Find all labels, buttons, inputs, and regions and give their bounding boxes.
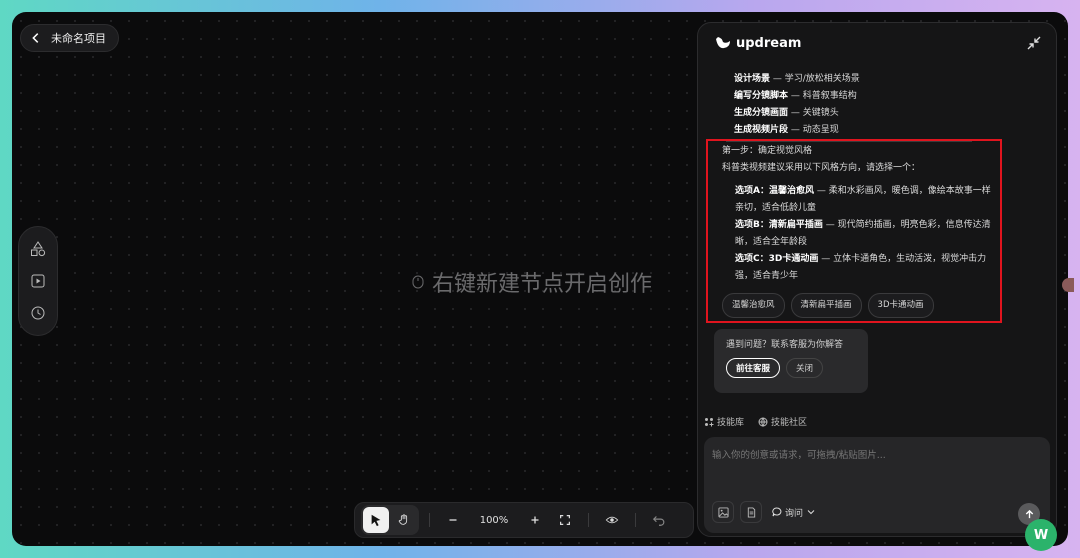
zoom-in-button[interactable]: [522, 507, 548, 533]
media-tool[interactable]: [27, 270, 49, 292]
video-icon: [31, 274, 45, 288]
divider: [588, 513, 589, 527]
chevron-left-icon: [32, 33, 39, 43]
left-toolbar: [18, 226, 58, 336]
prompt-input[interactable]: 输入你的创意或请求，可拖拽/粘贴图片... 询问: [704, 437, 1050, 533]
history-tool[interactable]: [27, 302, 49, 324]
globe-icon: [758, 417, 768, 427]
chat-icon: [772, 507, 782, 517]
minus-icon: [449, 519, 457, 521]
collapse-icon[interactable]: [1026, 35, 1042, 51]
support-text: 遇到问题？联系客服为你解答: [726, 340, 844, 350]
close-support-button[interactable]: 关闭: [786, 358, 824, 378]
select-tool[interactable]: [363, 507, 389, 533]
mouse-icon: [412, 275, 424, 289]
brand-logo: updream: [714, 35, 801, 51]
community-link[interactable]: 技能社区: [758, 415, 807, 428]
fab-logo: W: [1033, 527, 1049, 543]
list-item: 设计场景 — 学习/放松相关场景: [734, 74, 860, 84]
document-icon: [747, 506, 755, 518]
chevron-down-icon: [807, 510, 815, 515]
fit-screen-button[interactable]: [552, 507, 578, 533]
brand-name: updream: [736, 35, 802, 51]
bottom-toolbar: 100%: [354, 502, 694, 538]
divider: [429, 513, 430, 527]
zoom-out-button[interactable]: [440, 507, 466, 533]
updream-logo-icon: [716, 37, 730, 49]
arrow-up-icon: [1025, 509, 1033, 518]
upload-image-button[interactable]: [712, 501, 734, 523]
preview-button[interactable]: [599, 507, 625, 533]
undo-button[interactable]: [646, 507, 672, 533]
attach-file-button[interactable]: [740, 501, 762, 523]
mode-dropdown[interactable]: 询问: [772, 506, 816, 519]
project-title: 未命名项目: [51, 32, 106, 45]
undo-icon: [652, 516, 665, 526]
hand-icon: [398, 514, 408, 525]
zoom-level: 100%: [479, 514, 509, 526]
pointer-tools: [361, 505, 419, 535]
back-button[interactable]: 未命名项目: [20, 24, 119, 52]
side-handle[interactable]: [1062, 278, 1074, 292]
canvas-hint: 右键新建节点开启创作: [412, 266, 652, 298]
fullscreen-icon: [560, 515, 570, 525]
skills-link[interactable]: 技能库: [704, 415, 744, 428]
list-item: 生成视频片段 — 动态呈现: [734, 125, 839, 135]
shapes-tool[interactable]: [27, 238, 49, 260]
divider: [635, 513, 636, 527]
skill-links: 技能库 技能社区: [704, 415, 807, 428]
canvas-hint-text: 右键新建节点开启创作: [432, 272, 653, 297]
assistant-panel: updream 设计场景 — 学习/放松相关场景 编写分镜脚本 — 科普叙事结构…: [697, 22, 1057, 537]
prompt-placeholder: 输入你的创意或请求，可拖拽/粘贴图片...: [712, 450, 886, 461]
shapes-icon: [31, 241, 46, 257]
list-item: 编写分镜脚本 — 科普叙事结构: [734, 91, 857, 101]
app-window: 未命名项目 右键新建节点开启创作 100% updream 设计场景 — 学习/…: [12, 12, 1068, 546]
floating-action-button[interactable]: W: [1025, 519, 1057, 551]
skills-icon: [705, 417, 714, 426]
clock-icon: [31, 306, 45, 320]
mode-label: 询问: [785, 508, 804, 519]
step-list: 设计场景 — 学习/放松相关场景 编写分镜脚本 — 科普叙事结构 生成分镜画面 …: [734, 71, 860, 139]
list-item: 生成分镜画面 — 关键镜头: [734, 108, 839, 118]
highlight-box: [706, 139, 1002, 323]
plus-icon: [531, 516, 539, 524]
image-icon: [717, 506, 729, 518]
eye-icon: [605, 516, 619, 524]
hand-tool[interactable]: [391, 507, 417, 533]
support-card: 遇到问题？联系客服为你解答 前往客服 关闭: [714, 329, 868, 393]
go-support-button[interactable]: 前往客服: [726, 358, 781, 378]
cursor-icon: [371, 514, 381, 527]
